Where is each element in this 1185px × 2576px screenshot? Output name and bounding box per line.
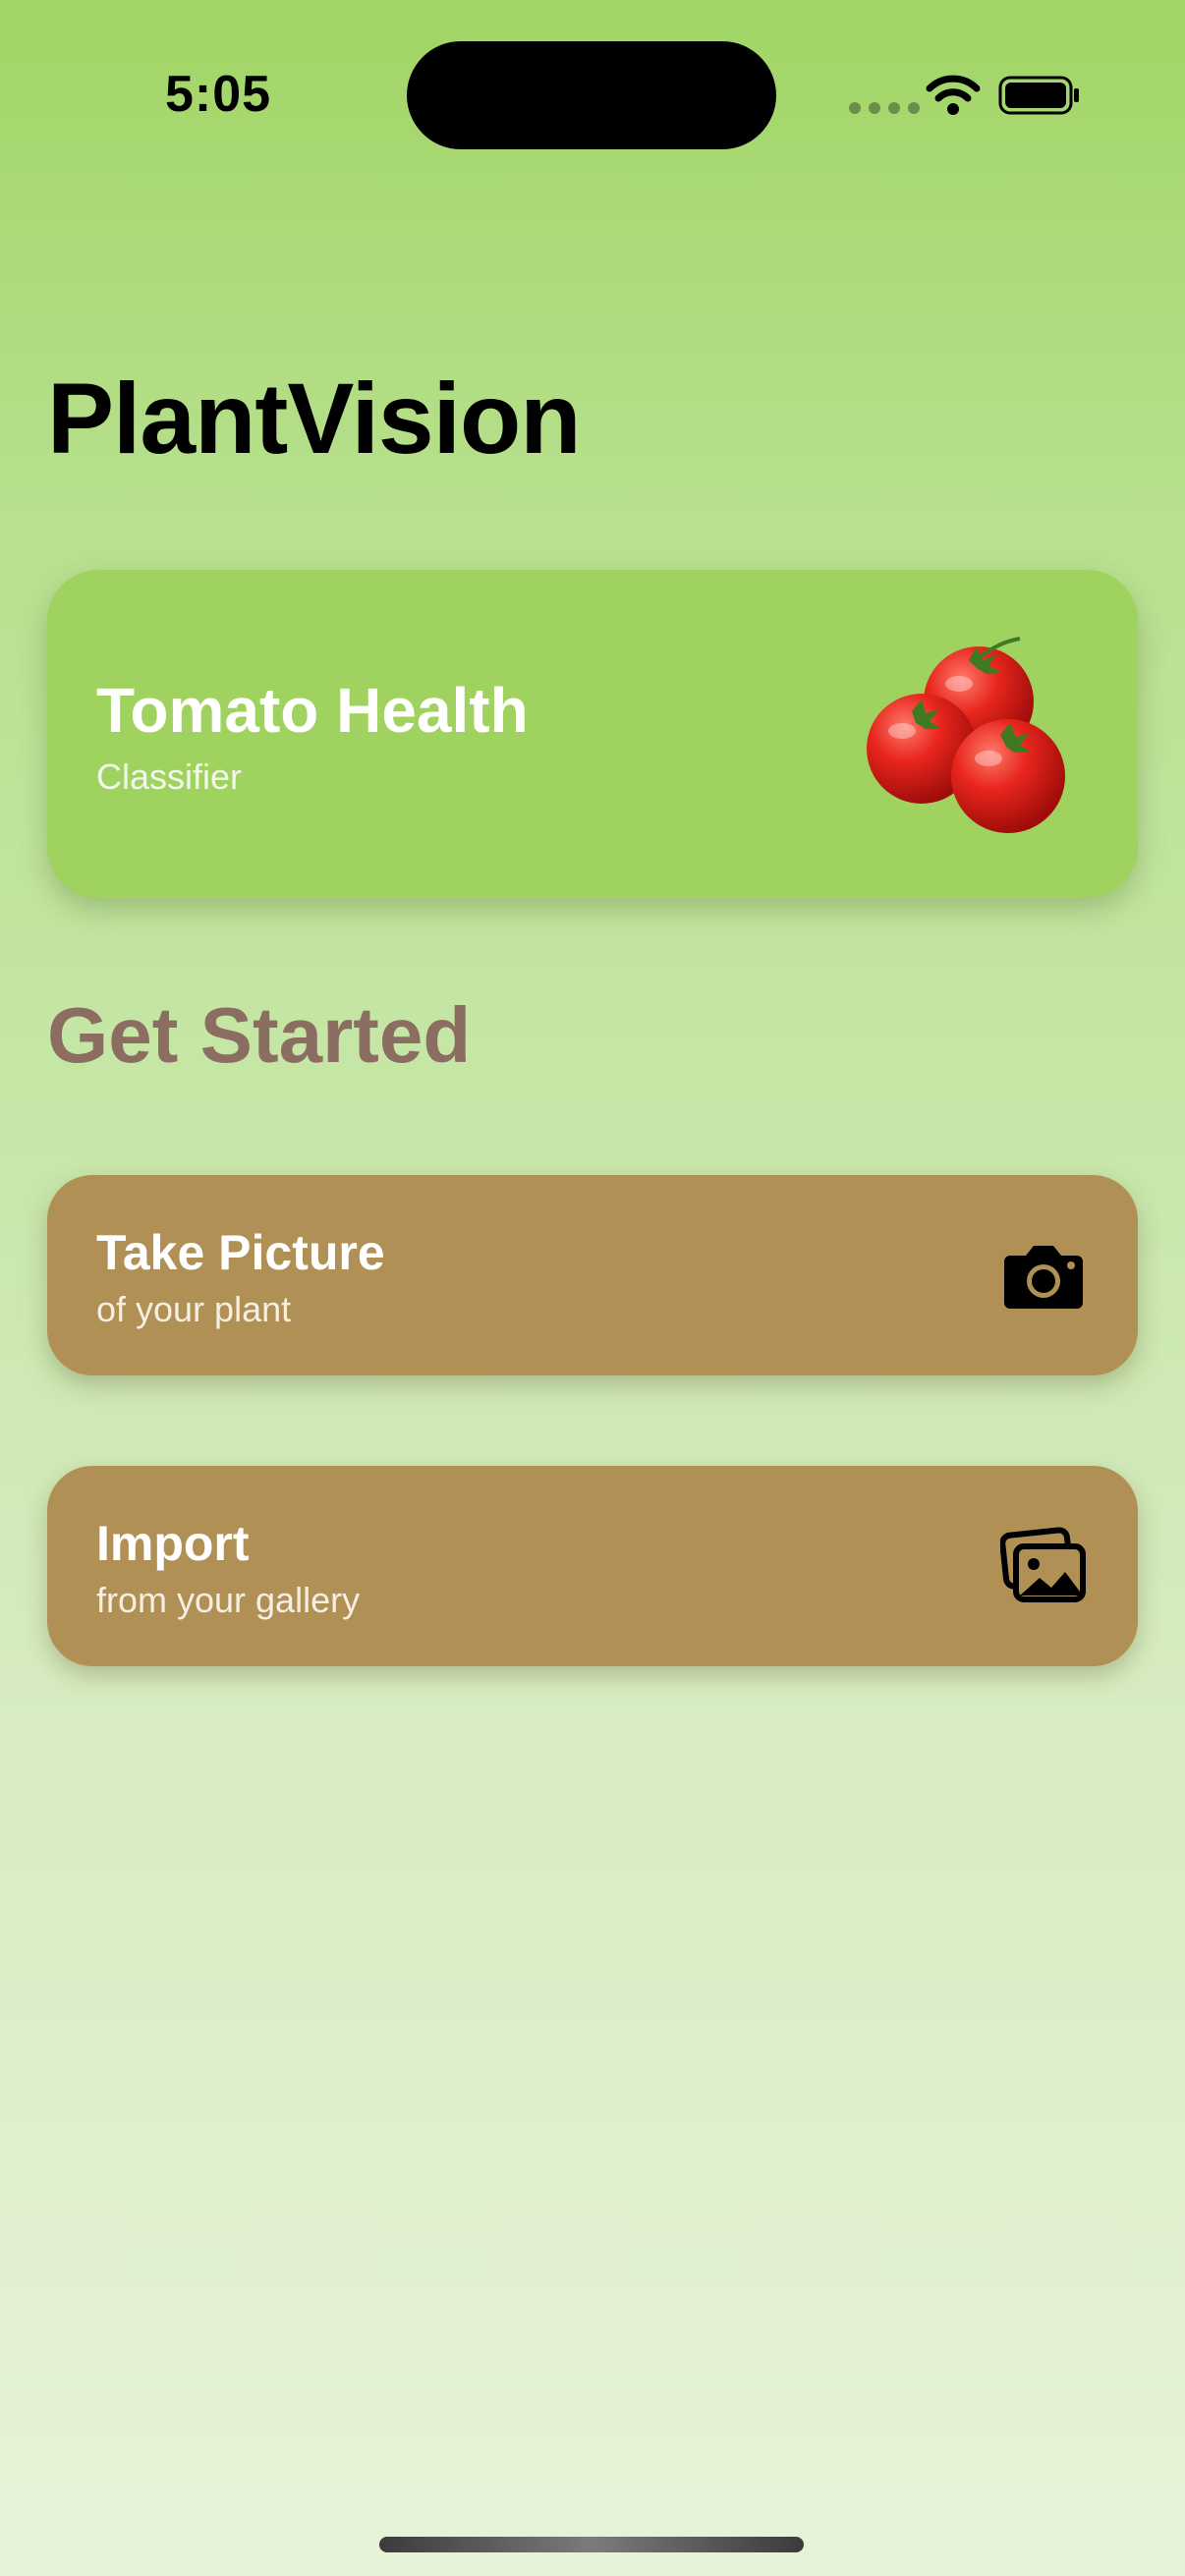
take-picture-subtitle: of your plant: [96, 1289, 292, 1329]
hero-subtitle: Classifier: [96, 756, 243, 797]
take-picture-button[interactable]: Take Picture of your plant: [47, 1175, 1138, 1375]
import-title: Import: [96, 1516, 250, 1571]
home-indicator[interactable]: [379, 2537, 804, 2552]
hero-title: Tomato Health: [96, 675, 529, 746]
camera-icon: [1004, 1246, 1083, 1309]
take-picture-title: Take Picture: [96, 1225, 385, 1280]
import-button[interactable]: Import from your gallery: [47, 1466, 1138, 1666]
dynamic-island: [407, 41, 776, 149]
page-title: PlantVision: [47, 363, 582, 475]
signal-icon: [849, 102, 920, 114]
wifi-icon: [926, 75, 981, 115]
tomato-health-card: Tomato Health Classifier: [47, 570, 1138, 898]
battery-icon: [998, 76, 1079, 115]
import-subtitle: from your gallery: [96, 1580, 361, 1620]
photo-gallery-icon: [1000, 1527, 1086, 1602]
section-heading: Get Started: [47, 991, 472, 1079]
tomato-image: [867, 637, 1065, 833]
status-bar-time: 5:05: [165, 66, 272, 123]
